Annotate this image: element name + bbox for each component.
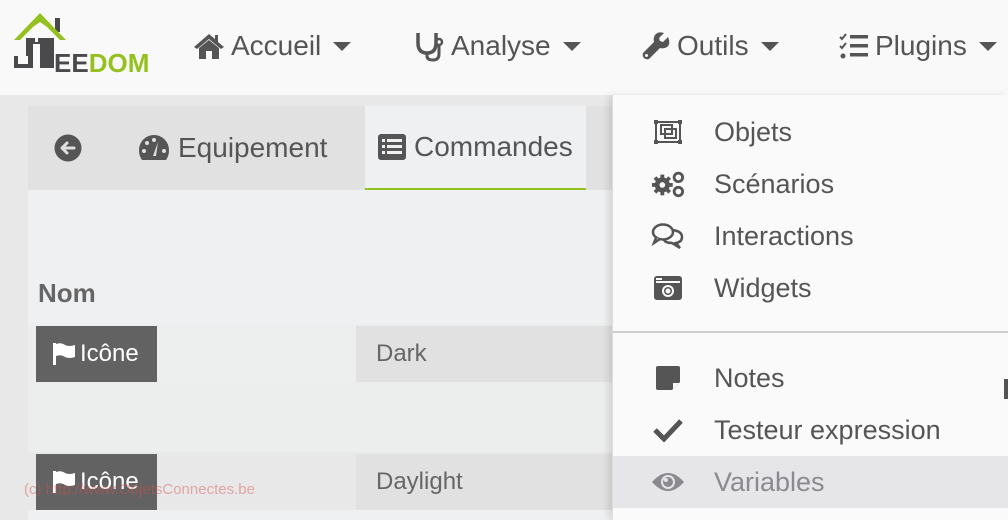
stethoscope-icon	[416, 33, 444, 62]
menu-item-label: Notes	[714, 362, 785, 393]
watermark: (c) http://www.ObjetsConnectes.be	[24, 481, 255, 498]
menu-item-label: Objets	[714, 116, 793, 147]
chevron-down-icon	[760, 41, 779, 51]
nav-plugins[interactable]: Plugins	[839, 24, 997, 68]
equipment-panel: Equipement Commandes Nom Icône Dark Icôn…	[28, 106, 613, 520]
flag-icon	[53, 343, 75, 365]
menu-item-notes[interactable]: Notes	[613, 352, 1008, 404]
chevron-down-icon	[333, 41, 352, 51]
chevron-down-icon	[978, 41, 997, 51]
nav-analyse-label: Analyse	[451, 30, 551, 61]
nav-accueil[interactable]: Accueil	[193, 24, 352, 68]
tasks-icon	[839, 33, 868, 59]
objects-icon	[651, 117, 685, 147]
top-navbar: EEDOM Accueil Analyse Outils Plugins	[0, 0, 1008, 95]
outils-dropdown-menu: Objets Scénarios Interactions Widgets No…	[612, 95, 1008, 520]
tab-commandes-label: Commandes	[414, 131, 573, 162]
menu-item-widgets[interactable]: Widgets	[613, 262, 1008, 314]
wrench-icon	[642, 32, 670, 60]
nav-outils-label: Outils	[677, 30, 749, 61]
command-name-input[interactable]: Dark	[356, 326, 613, 382]
arrow-circle-left-icon	[54, 134, 82, 162]
choose-icon-button[interactable]: Icône	[36, 326, 157, 382]
menu-item-label: Interactions	[714, 220, 854, 251]
menu-item-testeur-expression[interactable]: Testeur expression	[613, 404, 1008, 456]
back-button[interactable]	[28, 106, 116, 190]
chevron-down-icon	[562, 41, 581, 51]
check-icon	[651, 415, 685, 445]
eye-icon	[651, 467, 685, 497]
comments-icon	[651, 221, 685, 251]
nav-outils[interactable]: Outils	[641, 24, 779, 68]
tab-commandes[interactable]: Commandes	[365, 106, 586, 190]
nav-accueil-label: Accueil	[231, 30, 322, 61]
list-alt-icon	[378, 134, 406, 160]
tab-bar: Equipement Commandes	[28, 106, 613, 190]
menu-item-label: Scénarios	[714, 168, 835, 199]
camera-retro-icon	[651, 273, 685, 303]
dashboard-icon	[139, 135, 169, 160]
menu-item-interactions[interactable]: Interactions	[613, 210, 1008, 262]
menu-item-label: Variables	[714, 466, 825, 497]
tab-equipement-label: Equipement	[178, 132, 328, 163]
scrollbar-thumb[interactable]	[1004, 379, 1008, 399]
home-icon	[194, 34, 224, 59]
tab-equipement[interactable]: Equipement	[138, 106, 327, 190]
menu-item-label: Widgets	[714, 272, 812, 303]
jeedom-logo[interactable]: EEDOM	[12, 10, 157, 78]
logo-text: EEDOM	[54, 48, 150, 78]
menu-item-scenarios[interactable]: Scénarios	[613, 158, 1008, 210]
nav-analyse[interactable]: Analyse	[413, 24, 581, 68]
cogs-icon	[651, 169, 685, 199]
command-name-input[interactable]: Daylight	[356, 454, 613, 510]
sticky-note-icon	[651, 363, 685, 393]
menu-divider	[613, 331, 1008, 333]
column-header-nom: Nom	[38, 278, 96, 308]
menu-item-objets[interactable]: Objets	[613, 106, 1008, 158]
nav-plugins-label: Plugins	[875, 30, 967, 61]
icon-button-label: Icône	[80, 340, 139, 367]
menu-item-label: Testeur expression	[714, 414, 941, 445]
row-spacer	[28, 382, 613, 452]
table-row: Icône Dark	[28, 324, 613, 382]
menu-item-variables[interactable]: Variables	[613, 456, 1008, 508]
